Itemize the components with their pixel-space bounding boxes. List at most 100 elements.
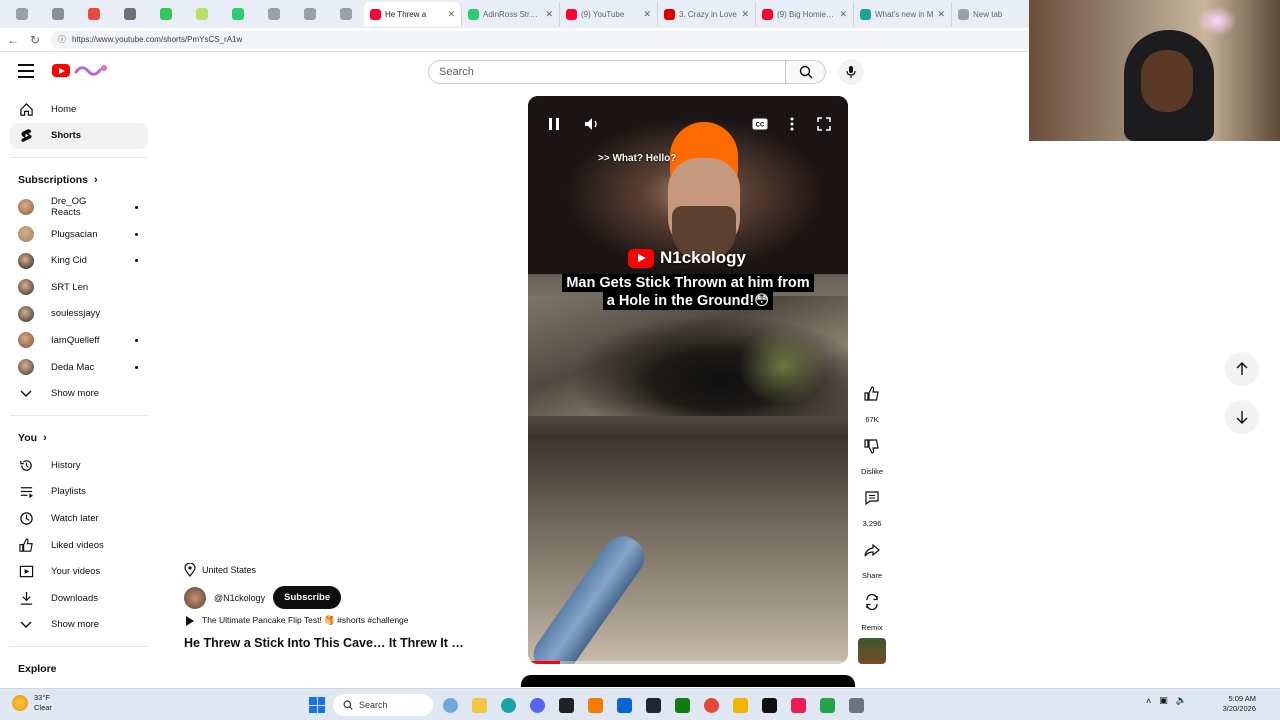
- search-button[interactable]: [786, 60, 826, 84]
- captions-icon[interactable]: CC: [750, 114, 770, 134]
- dislike-button[interactable]: Dislike: [856, 432, 888, 484]
- next-short-preview[interactable]: [521, 675, 855, 687]
- browser-tab[interactable]: (9) Big Homie CC ✕: [756, 2, 854, 26]
- like-button[interactable]: 67K: [856, 380, 888, 432]
- pinned-tab[interactable]: [4, 2, 40, 26]
- file-explorer-icon[interactable]: [467, 693, 491, 717]
- youtube-logo-icon[interactable]: [52, 64, 70, 77]
- edge-icon[interactable]: [496, 693, 520, 717]
- subscription-item[interactable]: Plugsacian: [10, 221, 148, 248]
- chevron-right-icon: ›: [94, 174, 98, 187]
- app-orange-icon[interactable]: [583, 693, 607, 717]
- url-field[interactable]: ⓘ https://www.youtube.com/shorts/PmYsCS_…: [50, 30, 1040, 49]
- subscription-item[interactable]: SRT Len: [10, 274, 148, 301]
- copilot-icon[interactable]: [438, 693, 462, 717]
- you-heading[interactable]: You ›: [0, 424, 158, 452]
- pinned-tab[interactable]: [256, 2, 292, 26]
- audio-row[interactable]: The Ultimate Pancake Flip Test! 🥞 #short…: [186, 615, 409, 626]
- subscription-item[interactable]: Deda Mac: [10, 354, 148, 381]
- search-input[interactable]: Search: [428, 60, 786, 84]
- tab-close-icon[interactable]: ✕: [545, 9, 553, 20]
- browser-tab[interactable]: 3. Crazy in Love ✕: [658, 2, 756, 26]
- subscription-name: Dre_OG Reacts: [51, 196, 87, 219]
- weather-widget[interactable]: 33°F Clear: [12, 693, 52, 713]
- subscription-item[interactable]: Dre_OG Reacts: [10, 194, 148, 221]
- video-progress-bar[interactable]: [528, 661, 848, 664]
- site-info-icon[interactable]: ⓘ: [58, 34, 66, 45]
- app-yellow-icon[interactable]: [728, 693, 752, 717]
- active-tab[interactable]: He Threw a ✕: [364, 2, 462, 26]
- pinned-tab[interactable]: [148, 2, 184, 26]
- menu-icon[interactable]: [18, 64, 34, 78]
- xbox-green-icon[interactable]: [815, 693, 839, 717]
- pinned-tab[interactable]: [40, 2, 76, 26]
- subscription-item[interactable]: soulessjayy: [10, 301, 148, 328]
- previous-short-button[interactable]: [1225, 352, 1259, 386]
- sidebar-item-history[interactable]: History: [10, 452, 148, 479]
- subscriptions-heading[interactable]: Subscriptions ›: [0, 166, 158, 194]
- windows-start-icon[interactable]: [306, 694, 328, 716]
- network-icon[interactable]: ▣: [1159, 695, 1168, 706]
- tab-favicon-icon: [88, 8, 100, 20]
- browser-tab[interactable]: (9) YouTube ✕: [560, 2, 658, 26]
- speaker-icon[interactable]: 🔈: [1176, 695, 1187, 706]
- tiktok-icon[interactable]: [786, 693, 810, 717]
- more-options-icon[interactable]: [782, 114, 802, 134]
- chatgpt-icon[interactable]: [554, 693, 578, 717]
- clock[interactable]: 5:09 AM 3/20/2026: [1223, 694, 1256, 714]
- steam-icon[interactable]: [641, 693, 665, 717]
- location-chip[interactable]: United States: [184, 560, 256, 580]
- settings-icon[interactable]: [844, 693, 868, 717]
- pinned-tab[interactable]: [220, 2, 256, 26]
- voice-search-button[interactable]: [838, 59, 864, 85]
- tab-close-icon[interactable]: ✕: [839, 9, 847, 20]
- pause-icon[interactable]: [544, 114, 564, 134]
- outlook-icon[interactable]: [612, 693, 636, 717]
- browser-tab[interactable]: AdinRoss Stream ✕: [462, 2, 560, 26]
- pinned-tab[interactable]: [292, 2, 328, 26]
- back-icon[interactable]: ←: [6, 33, 20, 47]
- sidebar-item-home[interactable]: Home: [10, 96, 148, 123]
- show-more-subscriptions[interactable]: Show more: [10, 380, 148, 407]
- share-button[interactable]: Share: [856, 536, 888, 588]
- sidebar-item-like[interactable]: Liked videos: [10, 532, 148, 559]
- comments-button[interactable]: 3,296: [856, 484, 888, 536]
- next-short-button[interactable]: [1225, 400, 1259, 434]
- tab-close-icon[interactable]: ✕: [741, 9, 749, 20]
- subscription-item[interactable]: IamQuelleff: [10, 327, 148, 354]
- tab-close-icon[interactable]: ✕: [937, 9, 945, 20]
- subscription-item[interactable]: King Cid: [10, 247, 148, 274]
- app-black-icon[interactable]: [757, 693, 781, 717]
- volume-icon[interactable]: [582, 114, 602, 134]
- discord-icon[interactable]: [525, 693, 549, 717]
- reload-icon[interactable]: ↻: [28, 33, 42, 47]
- sidebar-item-your-videos[interactable]: Your videos: [10, 558, 148, 585]
- fullscreen-icon[interactable]: [814, 114, 834, 134]
- subscription-name: SRT Len: [51, 281, 89, 293]
- chrome-icon[interactable]: [699, 693, 723, 717]
- sound-thumbnail[interactable]: [858, 638, 886, 664]
- show-more-you[interactable]: Show more: [10, 612, 148, 639]
- tab-close-icon[interactable]: ✕: [447, 9, 455, 20]
- sidebar-item-download[interactable]: Downloads: [10, 585, 148, 612]
- sidebar-item-playlists[interactable]: Playlists: [10, 479, 148, 506]
- pinned-tab[interactable]: [112, 2, 148, 26]
- channel-avatar: [18, 359, 34, 376]
- chevron-up-icon[interactable]: ˄: [1146, 696, 1151, 706]
- sidebar-item-watch-later[interactable]: Watch later: [10, 505, 148, 532]
- pinned-tab[interactable]: [184, 2, 220, 26]
- sidebar-item-shorts[interactable]: Shorts: [10, 122, 148, 150]
- taskbar-search[interactable]: Search: [333, 694, 433, 716]
- short-title[interactable]: He Threw a Stick Into This Cave… It Thre…: [184, 636, 464, 650]
- browser-tab[interactable]: What's new in M ✕: [854, 2, 952, 26]
- remix-button[interactable]: Remix: [856, 588, 888, 640]
- channel-handle[interactable]: @N1ckology: [214, 593, 265, 603]
- xbox-icon[interactable]: [670, 693, 694, 717]
- short-video-player[interactable]: CC >> What? Hello? N1ckology Man Gets St…: [528, 96, 848, 664]
- channel-avatar[interactable]: [184, 586, 206, 609]
- tab-close-icon[interactable]: ✕: [643, 9, 651, 20]
- pinned-tab[interactable]: [328, 2, 364, 26]
- subscribe-button[interactable]: Subscribe: [273, 586, 342, 609]
- doodle-icon[interactable]: [74, 62, 110, 78]
- pinned-tab[interactable]: [76, 2, 112, 26]
